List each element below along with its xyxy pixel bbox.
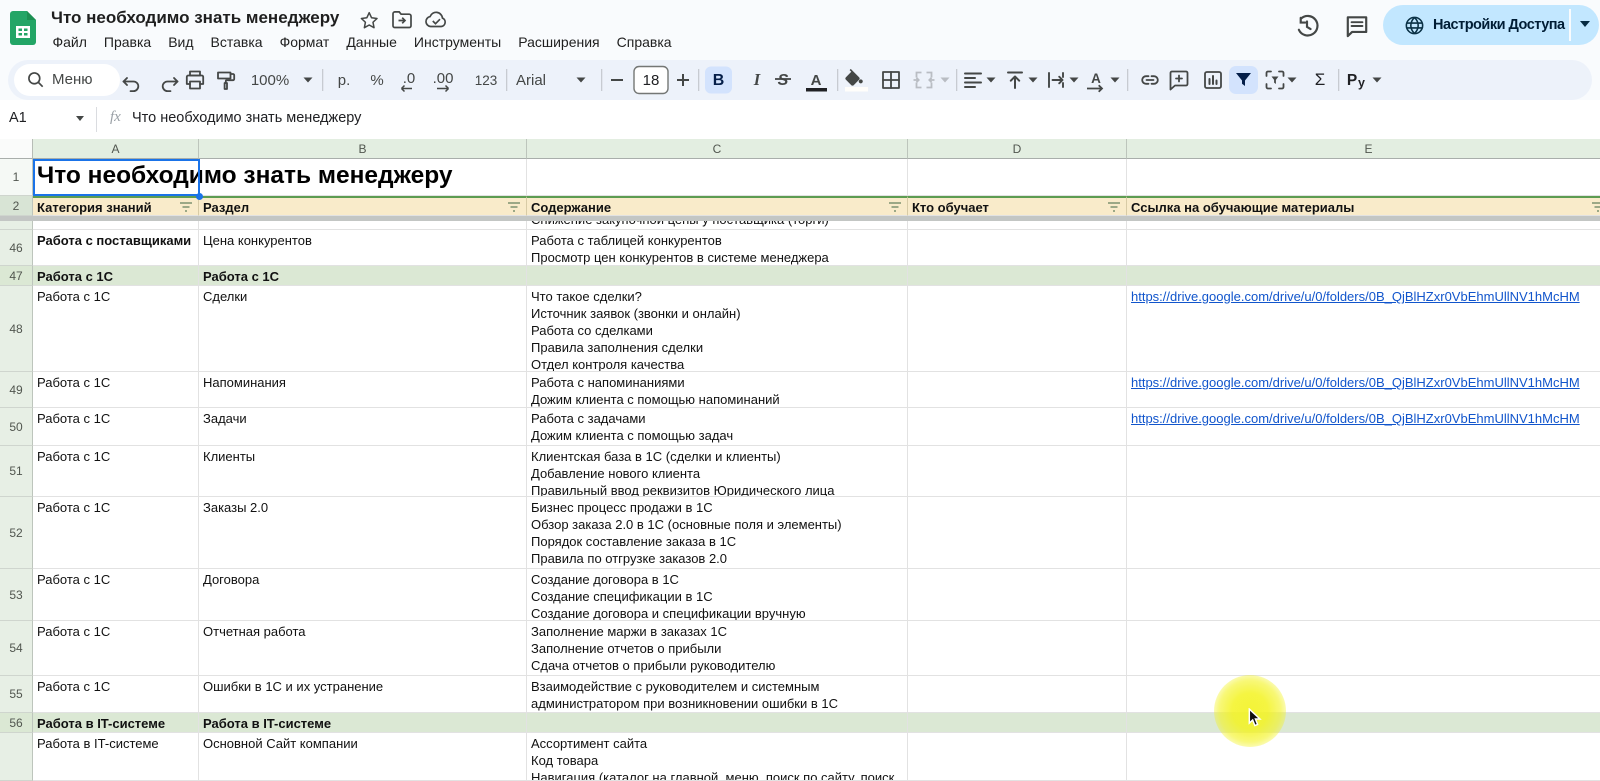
- svg-text:100%: 100%: [251, 72, 289, 89]
- svg-text:18: 18: [643, 72, 660, 89]
- svg-text:р.: р.: [338, 72, 351, 89]
- svg-text:A: A: [811, 72, 822, 89]
- svg-text:S: S: [778, 72, 789, 89]
- svg-text:.00: .00: [433, 70, 454, 87]
- svg-text:I: I: [753, 70, 761, 89]
- svg-text:Σ: Σ: [1315, 70, 1326, 89]
- svg-text:Р: Р: [1347, 72, 1357, 89]
- svg-text:%: %: [370, 72, 383, 89]
- svg-text:у: у: [1358, 76, 1365, 90]
- svg-text:B: B: [713, 72, 725, 89]
- svg-text:Arial: Arial: [516, 72, 546, 89]
- svg-text:123: 123: [475, 73, 498, 88]
- svg-text:.0: .0: [403, 70, 416, 87]
- svg-text:A: A: [1091, 71, 1101, 86]
